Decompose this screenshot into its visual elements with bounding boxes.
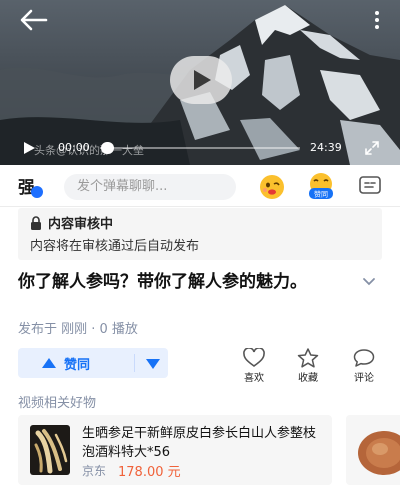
heart-icon: [243, 348, 265, 367]
triangle-up-icon: [42, 358, 56, 368]
lock-icon: [31, 216, 41, 230]
goods-card-partial[interactable]: [346, 415, 400, 485]
review-notice: 内容审核中 内容将在审核通过后自动发布: [18, 208, 382, 260]
chevron-down-icon[interactable]: [362, 277, 376, 287]
total-time: 24:39: [310, 141, 342, 154]
play-icon: [194, 70, 211, 90]
comment-bar: 强 发个弹幕聊聊... 赞同: [0, 165, 400, 207]
review-description: 内容将在审核通过后自动发布: [30, 239, 200, 254]
ginseng-product-image: [30, 425, 70, 475]
triangle-down-icon: [146, 359, 160, 369]
vote-up-button[interactable]: 赞同: [18, 348, 134, 378]
fullscreen-icon[interactable]: [364, 140, 380, 156]
vote-down-button[interactable]: [135, 348, 168, 378]
goods-image-partial: [346, 415, 400, 485]
goods-name: 生晒参足干新鲜原皮白参长白山人参整枝泡酒料特大*56: [82, 426, 317, 460]
comment-label: 评论: [354, 373, 374, 384]
video-player[interactable]: 头条@认识的那一大垒 00:00 24:39: [0, 0, 400, 165]
favorite-label: 收藏: [298, 373, 318, 384]
related-section-title: 视频相关好物: [18, 396, 97, 411]
danmu-icon[interactable]: [358, 174, 382, 198]
like-label: 喜欢: [244, 373, 264, 384]
comment-icon: [353, 349, 375, 367]
verified-badge-icon: [31, 186, 43, 198]
post-meta: 发布于 刚刚 · 0 播放: [18, 322, 138, 337]
star-icon: [297, 348, 319, 368]
goods-shop: 京东: [82, 464, 107, 478]
back-arrow-icon[interactable]: [18, 8, 48, 32]
progress-track[interactable]: [100, 147, 300, 149]
comment-button[interactable]: 评论: [344, 348, 384, 384]
goods-price: 178.00 元: [118, 465, 181, 480]
vote-up-label: 赞同: [64, 358, 91, 373]
small-play-icon[interactable]: [22, 141, 36, 155]
vote-group: 赞同: [18, 348, 168, 378]
like-button[interactable]: 喜欢: [234, 348, 274, 384]
emoji-icon[interactable]: [258, 173, 286, 201]
progress-knob[interactable]: [101, 142, 114, 154]
play-button[interactable]: [170, 56, 232, 104]
goods-card[interactable]: 生晒参足干新鲜原皮白参长白山人参整枝泡酒料特大*56 京东 178.00 元: [18, 415, 332, 485]
post-title: 你了解人参吗？带你了解人参的魅力。: [18, 272, 307, 292]
current-time: 00:00: [58, 141, 90, 154]
like-badge-label: 赞同: [314, 190, 328, 199]
favorite-button[interactable]: 收藏: [288, 348, 328, 384]
more-icon[interactable]: [372, 10, 382, 30]
review-title: 内容审核中: [48, 217, 114, 232]
like-emoji-icon[interactable]: 赞同: [305, 171, 337, 201]
danmu-input[interactable]: 发个弹幕聊聊...: [64, 174, 236, 200]
